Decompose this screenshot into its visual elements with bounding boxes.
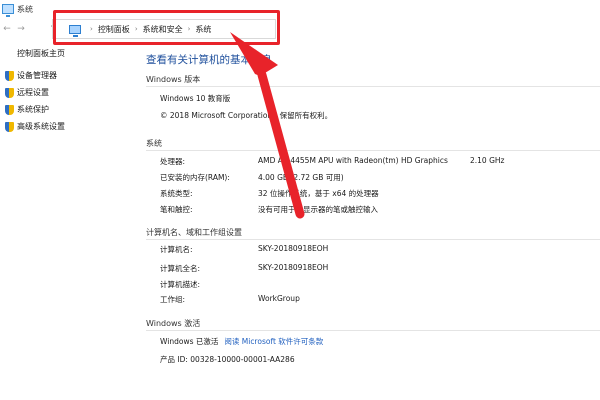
shield-icon xyxy=(5,104,14,115)
processor-label: 处理器: xyxy=(160,157,186,166)
window-title: 系统 xyxy=(17,4,33,14)
chevron-right-icon: › xyxy=(134,25,138,33)
breadcrumb-system-security[interactable]: 系统和安全 xyxy=(143,24,183,35)
sidebar-item-label: 设备管理器 xyxy=(17,71,57,80)
control-panel-icon xyxy=(69,24,81,37)
section-heading-computer-name: 计算机名、域和工作组设置 xyxy=(146,228,242,237)
system-type-value: 32 位操作系统，基于 x64 的处理器 xyxy=(258,189,379,198)
shield-icon xyxy=(5,70,14,81)
sidebar-item-label: 远程设置 xyxy=(17,88,49,97)
sidebar: 控制面板主页 设备管理器 远程设置 系统保护 高级系统设置 xyxy=(0,40,130,400)
page-title: 查看有关计算机的基本信息 xyxy=(146,54,272,66)
product-id: 产品 ID: 00328-10000-00001-AA286 xyxy=(160,355,295,364)
system-type-label: 系统类型: xyxy=(160,189,193,198)
title-bar: 系统 xyxy=(0,0,600,18)
activation-row: Windows 已激活 阅读 Microsoft 软件许可条款 xyxy=(160,336,323,347)
sidebar-item-advanced-settings[interactable]: 高级系统设置 xyxy=(5,121,65,132)
shield-icon xyxy=(5,87,14,98)
navigation-row: ← → ↑ › 控制面板 › 系统和安全 › 系统 xyxy=(0,18,600,40)
section-divider xyxy=(146,86,600,87)
section-divider xyxy=(146,150,600,151)
edition-name: Windows 10 教育版 xyxy=(160,94,231,103)
main-content: 查看有关计算机的基本信息 Windows 版本 Windows 10 教育版 ©… xyxy=(140,40,600,400)
sidebar-item-remote-settings[interactable]: 远程设置 xyxy=(5,87,49,98)
ram-label: 已安装的内存(RAM): xyxy=(160,173,230,182)
section-heading-system: 系统 xyxy=(146,139,162,148)
pen-touch-label: 笔和触控: xyxy=(160,205,193,214)
full-computer-name-value: SKY-20180918EOH xyxy=(258,263,329,272)
sidebar-item-label: 高级系统设置 xyxy=(17,122,65,131)
workgroup-value: WorkGroup xyxy=(258,294,300,303)
computer-icon xyxy=(2,4,14,17)
full-computer-name-label: 计算机全名: xyxy=(160,264,201,273)
section-divider xyxy=(146,330,600,331)
processor-value: AMD A6-4455M APU with Radeon(tm) HD Grap… xyxy=(258,156,448,165)
sidebar-item-label: 系统保护 xyxy=(17,105,49,114)
back-arrow-icon[interactable]: ← xyxy=(0,21,14,37)
forward-arrow-icon[interactable]: → xyxy=(14,21,28,37)
computer-name-value: SKY-20180918EOH xyxy=(258,244,329,253)
shield-icon xyxy=(5,121,14,132)
breadcrumb-control-panel[interactable]: 控制面板 xyxy=(98,24,130,35)
workgroup-label: 工作组: xyxy=(160,295,186,304)
section-divider xyxy=(146,239,600,240)
section-heading-edition: Windows 版本 xyxy=(146,75,201,84)
breadcrumb-system[interactable]: 系统 xyxy=(195,24,211,35)
sidebar-item-system-protection[interactable]: 系统保护 xyxy=(5,104,49,115)
sidebar-item-device-manager[interactable]: 设备管理器 xyxy=(5,70,57,81)
sidebar-home-link[interactable]: 控制面板主页 xyxy=(17,48,65,59)
address-bar[interactable]: › 控制面板 › 系统和安全 › 系统 xyxy=(52,19,276,39)
computer-description-label: 计算机描述: xyxy=(160,280,201,289)
chevron-right-icon: › xyxy=(187,25,191,33)
section-heading-activation: Windows 激活 xyxy=(146,319,201,328)
ram-value: 4.00 GB (2.72 GB 可用) xyxy=(258,173,344,182)
activation-status: Windows 已激活 xyxy=(160,337,219,346)
copyright-text: © 2018 Microsoft Corporation。保留所有权利。 xyxy=(160,111,333,120)
chevron-right-icon: › xyxy=(90,25,93,33)
pen-touch-value: 没有可用于此显示器的笔或触控输入 xyxy=(258,205,378,214)
computer-name-label: 计算机名: xyxy=(160,245,193,254)
license-terms-link[interactable]: 阅读 Microsoft 软件许可条款 xyxy=(224,337,323,346)
processor-speed: 2.10 GHz xyxy=(470,156,505,165)
